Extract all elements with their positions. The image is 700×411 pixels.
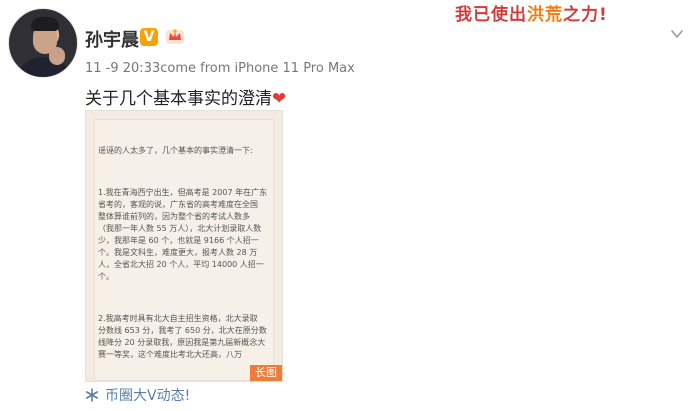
- post-meta: 11 -9 20:33come from iPhone 11 Pro Max: [85, 61, 355, 76]
- long-image[interactable]: 谣诬的人太多了，几个基本的事实澄清一下: 1.我在青海西宁出生，但高考是 200…: [85, 110, 283, 382]
- footer-label: 币圈大V动态!: [105, 388, 191, 404]
- banner-text-b: 洪荒: [527, 5, 563, 25]
- post-text-body: 关于几个基本事实的澄清: [85, 89, 272, 109]
- footer-link[interactable]: 币圈大V动态!: [85, 385, 190, 405]
- long-image-line: 个。我是文科生，难度更大，报考人数 28 万: [98, 248, 258, 257]
- avatar-hair: [31, 17, 59, 31]
- long-image-line: 线降分 20 分录取我，原因我是第九届新概念大: [98, 338, 266, 347]
- avatar-hand: [49, 47, 65, 65]
- long-image-line: 赛一等奖，这个难度比考北大还高，八万: [98, 350, 242, 359]
- long-image-line: （我那一年人数 55 万人），北大计划录取人数: [98, 224, 262, 233]
- long-image-line: 谣诬的人太多了，几个基本的事实澄清一下:: [98, 146, 253, 155]
- long-image-line: 2.我高考时具有北大自主招生资格，北大录取: [98, 314, 258, 323]
- long-image-badge: 长图: [250, 365, 282, 381]
- banner-text-a: 我已使出: [455, 5, 527, 25]
- heart-icon: ❤: [272, 89, 287, 109]
- long-image-line: 人，全省北大招 20 个人，平均 14000 人招一: [98, 260, 264, 269]
- long-image-line: 分数线 653 分，我考了 650 分，北大在原分数: [98, 326, 267, 335]
- long-image-line: 1.我在青海西宁出生，但高考是 2007 年在广东: [98, 188, 268, 197]
- banner-text-c: 之力!: [563, 5, 608, 25]
- snowflake-icon: [86, 388, 98, 402]
- crown-icon: [166, 29, 184, 44]
- long-image-line: 少，我那年是 60 个，也就是 9166 个人招一: [98, 236, 259, 245]
- long-image-line: 个。: [98, 272, 114, 281]
- long-image-line: 整体算谁前列的，因为整个省的考试人数多: [98, 212, 250, 221]
- user-name[interactable]: 孙宇晨: [85, 26, 139, 52]
- avatar[interactable]: [8, 8, 78, 78]
- long-image-line: 省考的，客观的说，广东省的高考难度在全国: [98, 200, 258, 209]
- top-banner: 我已使出洪荒之力!: [455, 0, 670, 25]
- verified-badge: V: [140, 28, 158, 46]
- post-text: 关于几个基本事实的澄清❤: [85, 84, 286, 109]
- chevron-down-icon[interactable]: [670, 27, 684, 41]
